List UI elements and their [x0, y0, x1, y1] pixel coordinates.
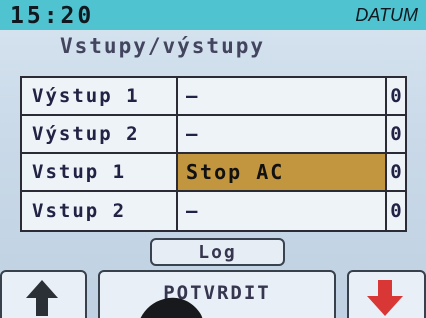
page-title: Vstupy/výstupy [60, 34, 266, 58]
up-arrow-icon [26, 280, 58, 316]
row-count: 0 [390, 123, 404, 145]
down-arrow-icon [367, 280, 403, 316]
row-value-selected[interactable]: Stop AC [178, 154, 387, 190]
scroll-down-button[interactable] [347, 270, 426, 318]
row-label: Vstup 2 [22, 192, 178, 230]
row-value[interactable]: — [178, 192, 387, 230]
io-table: Výstup 1 — 0 Výstup 2 — 0 Vstup 1 Stop A… [20, 76, 407, 232]
row-label: Vstup 1 [22, 154, 178, 190]
io-row-output-1[interactable]: Výstup 1 — 0 [22, 78, 405, 116]
row-value[interactable]: — [178, 78, 387, 114]
device-screen: 15:20 DATUM Vstupy/výstupy Výstup 1 — 0 … [0, 0, 426, 318]
row-value[interactable]: — [178, 116, 387, 152]
clock-time: 15:20 [10, 3, 95, 29]
io-row-input-2[interactable]: Vstup 2 — 0 [22, 192, 405, 230]
row-count: 0 [390, 161, 404, 183]
row-label: Výstup 1 [22, 78, 178, 114]
row-count: 0 [390, 200, 404, 222]
status-bar: 15:20 DATUM [0, 0, 426, 30]
io-row-output-2[interactable]: Výstup 2 — 0 [22, 116, 405, 154]
finger-overlay [140, 297, 203, 318]
row-count: 0 [390, 85, 404, 107]
date-button[interactable]: DATUM [355, 5, 418, 26]
scroll-up-button[interactable] [0, 270, 87, 318]
io-row-input-1[interactable]: Vstup 1 Stop AC 0 [22, 154, 405, 192]
row-label: Výstup 2 [22, 116, 178, 152]
log-button[interactable]: Log [150, 238, 285, 266]
